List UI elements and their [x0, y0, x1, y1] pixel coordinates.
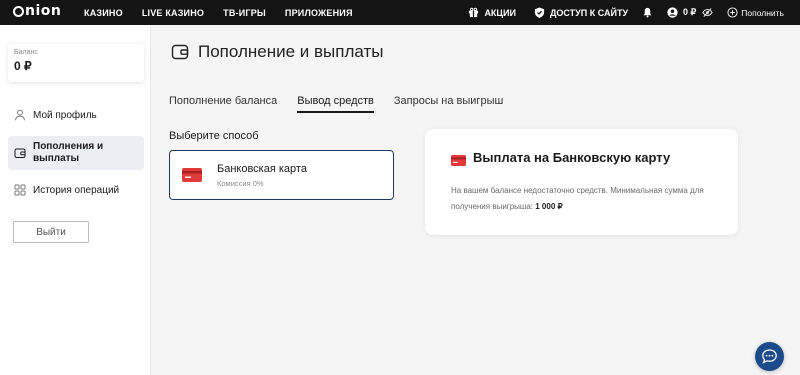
balance-label: Баланс — [14, 49, 38, 56]
site-access-label: ДОСТУП К САЙТУ — [549, 7, 629, 18]
main-nav: КАЗИНО LIVE КАЗИНО ТВ-ИГРЫ ПРИЛОЖЕНИЯ — [84, 0, 372, 25]
payout-info-text: На вашем балансе недостаточно средств. М… — [451, 183, 721, 215]
wallet-icon — [171, 43, 189, 61]
balance-value: 0 ₽ — [14, 59, 32, 73]
tab-withdraw[interactable]: Вывод средств — [297, 95, 374, 113]
credit-card-icon — [182, 168, 202, 182]
min-amount: 1 000 ₽ — [535, 202, 563, 211]
nav-tv-games[interactable]: ТВ-ИГРЫ — [223, 8, 266, 18]
logo-o-mark — [13, 5, 24, 17]
account-icon — [667, 7, 678, 18]
user-icon — [14, 109, 26, 121]
gift-icon — [468, 7, 479, 18]
eye-off-icon — [702, 7, 713, 18]
payout-info-card: Выплата на Банковскую карту На вашем бал… — [425, 129, 738, 235]
tab-deposit[interactable]: Пополнение баланса — [169, 95, 277, 113]
onion-logo[interactable]: nion — [13, 3, 61, 19]
sidebar-item-history[interactable]: История операций — [8, 180, 144, 200]
method-bank-card[interactable]: Банковская карта Комиссия 0% — [169, 150, 394, 200]
method-fee: Комиссия 0% — [217, 179, 264, 188]
sidebar-item-payments[interactable]: Пополнения и выплаты — [8, 136, 144, 170]
hide-balance-button[interactable] — [702, 7, 713, 18]
deposit-button[interactable]: Пополнить — [727, 7, 784, 18]
payment-tabs: Пополнение баланса Вывод средств Запросы… — [169, 95, 523, 113]
sidebar-item-label: Мой профиль — [33, 109, 97, 121]
promos-link[interactable]: АКЦИИ — [468, 7, 516, 18]
sidebar-item-profile[interactable]: Мой профиль — [8, 105, 144, 125]
site-access-link[interactable]: ДОСТУП К САЙТУ — [534, 7, 628, 18]
page-title: Пополнение и выплаты — [198, 42, 384, 61]
nav-apps[interactable]: ПРИЛОЖЕНИЯ — [285, 8, 353, 18]
chat-icon — [761, 348, 778, 365]
payout-info-title: Выплата на Банковскую карту — [473, 150, 671, 165]
nav-casino[interactable]: КАЗИНО — [84, 8, 123, 18]
sidebar-item-label: История операций — [33, 184, 120, 196]
tab-win-requests[interactable]: Запросы на выигрыш — [394, 95, 503, 113]
credit-card-icon — [451, 153, 466, 166]
balance-card: Баланс 0 ₽ — [8, 44, 144, 82]
sidebar: Баланс 0 ₽ Мой профиль Пополнения и выпл… — [0, 25, 151, 375]
top-bar: nion КАЗИНО LIVE КАЗИНО ТВ-ИГРЫ ПРИЛОЖЕН… — [0, 0, 800, 25]
account-balance[interactable]: 0 ₽ — [667, 7, 696, 18]
sidebar-item-label: Пополнения и выплаты — [33, 141, 104, 164]
logo-text: nion — [25, 3, 62, 19]
wallet-icon — [14, 147, 26, 159]
notifications-button[interactable] — [642, 7, 653, 18]
deposit-label: Пополнить — [741, 7, 784, 18]
shield-icon — [534, 7, 545, 18]
grid-icon — [14, 184, 26, 196]
top-balance: 0 ₽ — [683, 7, 697, 17]
bell-icon — [642, 7, 653, 18]
page-header: Пополнение и выплаты — [171, 42, 383, 62]
promos-label: АКЦИИ — [484, 7, 516, 18]
support-chat-button[interactable] — [755, 342, 784, 371]
insufficient-funds-text: На вашем балансе недостаточно средств. М… — [451, 186, 704, 211]
logout-button[interactable]: Выйти — [13, 221, 89, 243]
top-right-controls: АКЦИИ ДОСТУП К САЙТУ 0 ₽ Пополнить — [468, 0, 800, 25]
plus-circle-icon — [727, 7, 738, 18]
method-name: Банковская карта — [217, 163, 307, 175]
choose-method-label: Выберите способ — [169, 130, 259, 142]
nav-live-casino[interactable]: LIVE КАЗИНО — [142, 8, 204, 18]
